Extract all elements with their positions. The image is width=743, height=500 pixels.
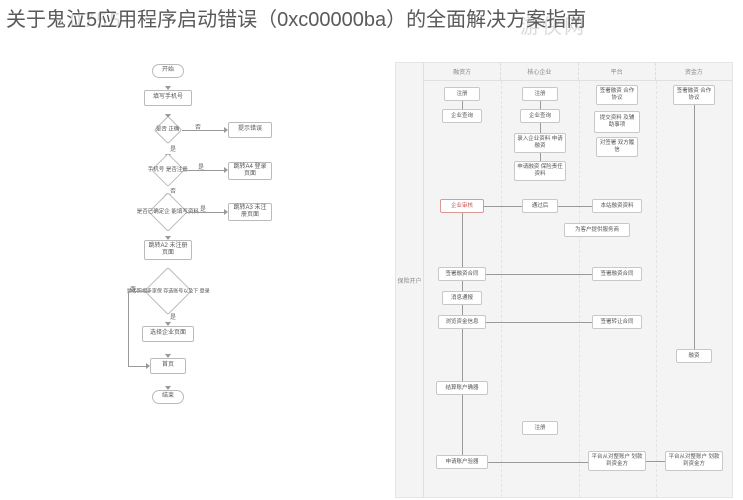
node-show-error: 提示错误 [228, 122, 272, 138]
node-multi-company: 是否照相多家保 存选账号以及下 登录 [144, 267, 192, 315]
s-verify-account: 申请账户验器 [436, 455, 488, 469]
s-finance: 融资 [676, 349, 712, 363]
s-settle-account: 结算账户确器 [436, 381, 488, 395]
swim-col-1: 融资方 [424, 63, 501, 80]
node-home: 首页 [150, 358, 186, 374]
s-confirm-msg: 消息通报 [442, 291, 482, 305]
s-service-provider: 为客户提供服务商 [564, 223, 630, 237]
s-reg2: 注册 [522, 87, 558, 101]
s-sign-transfer: 签署转让合同 [592, 315, 642, 329]
node-check-correct: 是否 正确 [154, 116, 182, 144]
swimlane-row-label: 保险开户 [396, 63, 424, 497]
label-yes-1: 是 [170, 144, 176, 153]
s-coop2: 签署融资 合作协议 [673, 85, 715, 105]
s-audit: 企业审核 [440, 199, 484, 213]
s-real-finance: 本站融资资料 [592, 199, 642, 213]
swim-col-3: 平台 [579, 63, 656, 80]
page-title: 关于鬼泣5应用程序启动错误（0xc00000ba）的全面解决方案指南 [6, 6, 737, 34]
swim-col-2: 核心企业 [501, 63, 578, 80]
node-end: 结束 [152, 390, 184, 404]
s-apply-audit: 申请融资 保险责任资料 [514, 161, 566, 181]
swim-col-4: 资金方 [656, 63, 732, 80]
s-check1: 企业查询 [442, 109, 482, 123]
s-supply1: 提交资料 及辅助事项 [594, 111, 640, 133]
swimlane-container: 保险开户 融资方 核心企业 平台 资金方 注册 注册 签署融资 合作协议 签署融… [395, 62, 733, 498]
s-reg1: 注册 [444, 87, 480, 101]
node-jump-a4: 跳转A4 登录页面 [228, 162, 272, 180]
s-view-finance: 浏览资金信息 [438, 315, 486, 329]
s-reg3: 注册 [522, 421, 558, 435]
node-jump-a2: 跳转A2 未注册页面 [144, 240, 192, 260]
s-sign-contract2: 签署融资合同 [592, 267, 642, 281]
s-platform-account2: 平台从对整账户 划款到资金方 [665, 451, 723, 471]
node-select-company: 选择企业页面 [142, 326, 194, 342]
s-platform-account1: 平台从对整账户 划款到资金方 [588, 451, 646, 471]
node-check-company: 是否已确定企 能填写资料 [148, 192, 188, 232]
swimlane-header: 融资方 核心企业 平台 资金方 [424, 63, 732, 81]
s-sign-contract1: 签署融资合同 [438, 267, 486, 281]
node-input-phone: 填写手机号 [144, 90, 192, 106]
node-start: 开始 [152, 64, 184, 78]
s-input-info: 录入企业资料 申请融资 [514, 133, 566, 153]
diagram-canvas: 开始 填写手机号 是否 正确 是 否 提示错误 手机号 是否注册 否 是 跳转A… [0, 62, 743, 500]
s-pass: 通过后 [522, 199, 558, 213]
node-phone-registered: 手机号 是否注册 [151, 153, 185, 187]
s-check2: 企业查询 [520, 109, 560, 123]
s-effect: 对签署 双方履信 [596, 137, 638, 157]
node-jump-a3: 跳转A3 未注册页面 [228, 203, 272, 221]
label-yes-4: 是 [170, 312, 176, 321]
s-coop1: 签署融资 合作协议 [596, 85, 638, 105]
